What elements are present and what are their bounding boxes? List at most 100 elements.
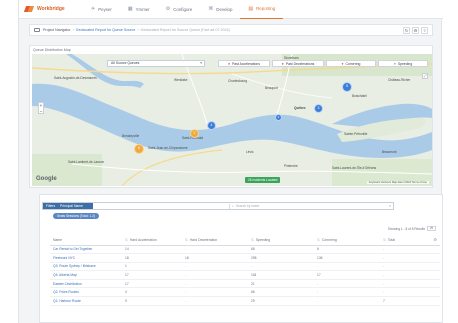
nav-item-label: Peyser bbox=[98, 6, 112, 12]
cell: - bbox=[182, 262, 248, 272]
map-place-label: Saint-Lambert-de-Lauzon bbox=[68, 160, 105, 164]
table-row[interactable]: Q2: Poles Routes 4 - 66 - - bbox=[50, 287, 440, 298]
button-label: Cornering bbox=[345, 61, 361, 66]
cell-name[interactable]: Q1: Harbour Route bbox=[50, 296, 122, 306]
column-header-cornering[interactable]: ⇅ Cornering bbox=[314, 235, 380, 246]
top-navigation: Workbridge ✈ Peyser ▦ Ymmer ⚙ Configure … bbox=[19, 0, 443, 19]
cell-name[interactable]: Car Rental to Get Together bbox=[50, 245, 122, 255]
cell-name[interactable]: Fleetwork NYC bbox=[50, 253, 122, 263]
sort-icon: ⇅ bbox=[317, 237, 320, 242]
map-place-label: Saint-Augustin-de-Desmaures bbox=[54, 76, 97, 80]
map-attribution[interactable]: Keyboard shortcuts Map data ©2024 Terms … bbox=[366, 181, 429, 184]
nav-item-develop[interactable]: ⌘ Develop bbox=[200, 0, 240, 19]
session-tag[interactable]: Seats Sessions (Total: 1.2) bbox=[53, 213, 99, 219]
table-row[interactable]: Q3: Route Sydney / Brisbane 1 - - - - bbox=[50, 262, 440, 272]
cell-name[interactable]: Q2: Poles Routes bbox=[50, 287, 122, 298]
gear-icon: ⚙ bbox=[165, 6, 171, 12]
breadcrumb-separator: › bbox=[137, 28, 139, 32]
map-place-label: Québec bbox=[294, 106, 306, 110]
cell: 29 bbox=[248, 296, 314, 306]
nav-item-reporting[interactable]: ▤ Reporting bbox=[240, 0, 284, 19]
cell: 4 bbox=[122, 287, 182, 298]
column-header-name[interactable]: Name bbox=[50, 235, 122, 246]
logo[interactable]: Workbridge bbox=[23, 6, 83, 12]
table-row[interactable]: Q4: Alberta Map 17 - 118 17 - bbox=[50, 270, 440, 280]
cell: 66 bbox=[248, 287, 314, 298]
past-decelerations-button[interactable]: ● Past Decelerations bbox=[272, 60, 324, 67]
map-place-label: Saint-Jean-de-Chrysostome bbox=[148, 146, 188, 150]
cell: - bbox=[380, 270, 440, 280]
table-row[interactable]: Q1: Harbour Route 9 - 29 - 7 bbox=[50, 296, 440, 306]
search-input[interactable]: ⌕ Search by name × bbox=[229, 204, 393, 209]
filter-label: Filters bbox=[46, 204, 56, 208]
settings-button[interactable]: ⚙ bbox=[412, 27, 419, 34]
cell-name[interactable]: Eastern Distribution bbox=[50, 279, 122, 289]
cell: 17 bbox=[122, 279, 182, 289]
dot-icon: ● bbox=[281, 61, 284, 66]
table-row[interactable]: Eastern Distribution 17 - 21 - - bbox=[50, 279, 440, 289]
table-row[interactable]: Fleetwork NYC 18 18 298 136 - bbox=[50, 253, 440, 263]
column-header-total[interactable]: ⇅ Total bbox=[380, 235, 440, 246]
cell-name[interactable]: Q4: Alberta Map bbox=[50, 270, 122, 280]
chart-icon: ▤ bbox=[248, 5, 254, 12]
map-cluster-marker[interactable]: 5 bbox=[342, 82, 352, 92]
help-button[interactable]: ? bbox=[421, 27, 428, 34]
cell: 68 bbox=[248, 245, 314, 255]
map-canvas[interactable]: Saint-Augustin-de-Desmaures Lévis Québec… bbox=[32, 54, 432, 186]
map-cluster-marker[interactable]: 2 bbox=[275, 114, 282, 121]
queue-select[interactable]: All Source Queues ▾ bbox=[107, 60, 205, 67]
past-accelerations-button[interactable]: ● Past Accelerations bbox=[218, 60, 270, 67]
map-card-title: Queue Distribution Map bbox=[33, 48, 71, 52]
table-row[interactable]: Car Rental to Get Together 14 - 68 6 - bbox=[50, 245, 440, 255]
page-size-select[interactable]: 25 bbox=[427, 226, 436, 231]
map-place-label: Château-Richer bbox=[388, 78, 411, 82]
cell: - bbox=[182, 270, 248, 280]
button-label: Past Accelerations bbox=[232, 61, 261, 66]
nav-item-label: Ymmer bbox=[135, 6, 150, 12]
close-icon[interactable]: × bbox=[389, 204, 391, 209]
table-header-row: Name ⇅ Hard Acceleration ⇅ Hard Decelerati… bbox=[50, 235, 440, 246]
cell: 9 bbox=[122, 296, 182, 306]
column-header-hard-deceleration[interactable]: ⇅ Hard Deceleration bbox=[182, 235, 248, 246]
breadcrumb-item[interactable]: Project Navigator bbox=[43, 28, 71, 32]
cornering-button[interactable]: ▾ Cornering bbox=[326, 60, 376, 67]
map-place-label: Lévis bbox=[246, 150, 254, 154]
map-place-label: Boischatel bbox=[352, 94, 367, 98]
filter-bar: Filters Principal Name ⌕ Search by name … bbox=[42, 202, 394, 210]
cell: - bbox=[314, 287, 380, 298]
grid-icon: ▦ bbox=[127, 6, 133, 12]
cell: 21 bbox=[248, 279, 314, 289]
showing-label: Showing 1 - 8 of 8 Results bbox=[387, 226, 425, 231]
map-cluster-marker[interactable]: 6 bbox=[134, 144, 144, 154]
column-header-hard-acceleration[interactable]: ⇅ Hard Acceleration bbox=[122, 235, 182, 246]
cell: - bbox=[380, 279, 440, 289]
app-frame: Workbridge ✈ Peyser ▦ Ymmer ⚙ Configure … bbox=[18, 0, 443, 323]
cell: 298 bbox=[248, 253, 314, 263]
map-cluster-marker[interactable]: 4 bbox=[207, 121, 216, 130]
map-card: Queue Distribution Map Saint-Augustin-de… bbox=[29, 45, 433, 188]
cell: 14 bbox=[122, 245, 182, 255]
breadcrumb: Project Navigator › Geolocated Report fo… bbox=[29, 24, 433, 36]
logo-mark-icon bbox=[23, 6, 35, 12]
breadcrumb-tools: ↻ ⚙ ? bbox=[403, 27, 428, 34]
speeding-button[interactable]: ≡ Speeding bbox=[378, 60, 428, 67]
fullscreen-button[interactable]: ⤢ bbox=[422, 73, 428, 79]
cell: 7 bbox=[380, 296, 440, 306]
refresh-button[interactable]: ↻ bbox=[403, 27, 410, 34]
map-cluster-marker[interactable]: 3 bbox=[314, 104, 323, 113]
breadcrumb-item[interactable]: Geolocated Report for Queue Source bbox=[76, 28, 136, 32]
nav-item-ymmer[interactable]: ▦ Ymmer bbox=[120, 0, 158, 19]
nav-item-peyser[interactable]: ✈ Peyser bbox=[83, 0, 120, 19]
column-header-speeding[interactable]: ⇅ Speeding bbox=[248, 235, 314, 246]
cell: - bbox=[182, 296, 248, 306]
nav-item-label: Configure bbox=[173, 6, 193, 12]
map-cluster-marker[interactable]: 2 bbox=[190, 129, 199, 138]
breadcrumb-separator: › bbox=[72, 28, 74, 32]
breadcrumb-current: Geolocated Report for Source Queue (Fact… bbox=[140, 28, 230, 32]
google-logo: Google bbox=[36, 176, 57, 182]
map-place-label: Pintendre bbox=[284, 164, 298, 168]
nav-item-configure[interactable]: ⚙ Configure bbox=[158, 0, 201, 19]
cell-name[interactable]: Q3: Route Sydney / Brisbane bbox=[50, 262, 122, 272]
zoom-out-button[interactable]: − bbox=[39, 109, 43, 115]
nav-item-label: Reporting bbox=[256, 6, 276, 11]
